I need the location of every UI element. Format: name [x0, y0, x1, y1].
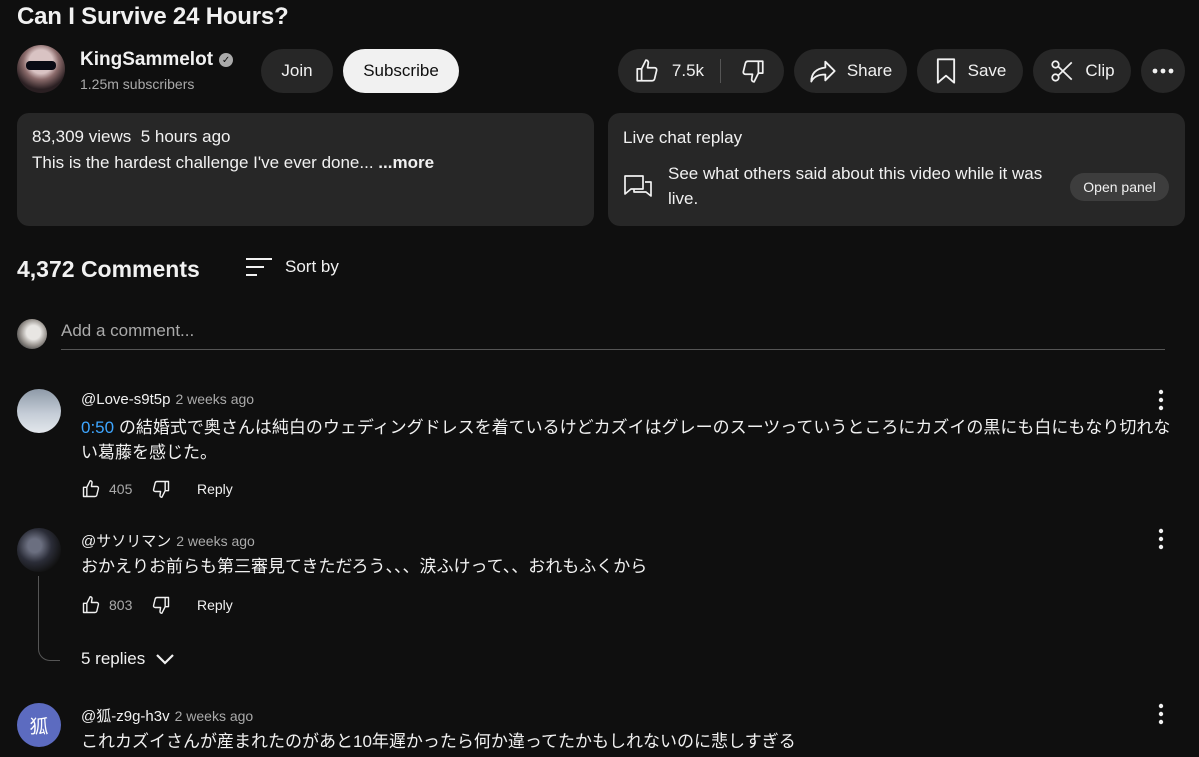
comment-like-count: 405: [109, 481, 133, 497]
like-button[interactable]: 7.5k: [618, 49, 720, 93]
commenter-avatar[interactable]: [17, 389, 61, 433]
thread-connector: [38, 576, 60, 661]
live-chat-title: Live chat replay: [623, 128, 743, 147]
channel-avatar[interactable]: [17, 45, 65, 93]
live-chat-text: See what others said about this video wh…: [668, 164, 1043, 208]
more-vertical-icon: [1150, 703, 1172, 725]
user-avatar: [17, 319, 47, 349]
thumbs-up-icon: [634, 58, 660, 84]
scissors-icon: [1049, 58, 1075, 84]
bookmark-icon: [934, 57, 958, 85]
comment-actions: 405 Reply: [81, 479, 233, 499]
comment-body: の結婚式で奥さんは純白のウェディングドレスを着ているけどカズイはグレーのスーツっ…: [81, 418, 1171, 462]
like-dislike-group: 7.5k: [618, 49, 784, 93]
comment-author[interactable]: @狐-z9g-h3v: [81, 705, 170, 726]
thumbs-down-icon[interactable]: [151, 595, 171, 615]
more-vertical-icon: [1150, 389, 1172, 411]
comment-text: 0:50 の結婚式で奥さんは純白のウェディングドレスを着ているけどカズイはグレー…: [81, 415, 1186, 465]
channel-name-row[interactable]: KingSammelot ✓: [80, 49, 234, 71]
channel-row: KingSammelot ✓ 1.25m subscribers Join Su…: [17, 45, 1187, 97]
commenter-avatar[interactable]: [17, 528, 61, 572]
show-replies-button[interactable]: 5 replies: [81, 649, 175, 669]
reply-button[interactable]: Reply: [197, 597, 233, 613]
share-button[interactable]: Share: [794, 49, 907, 93]
upload-age: 5 hours ago: [140, 127, 231, 146]
watch-page: Can I Survive 24 Hours? KingSammelot ✓ 1…: [0, 0, 1199, 757]
share-label: Share: [846, 61, 893, 80]
comment-thread: 狐 @狐-z9g-h3v 2 weeks ago これカズイさんが産まれたのがあ…: [17, 703, 1187, 757]
chevron-down-icon: [155, 653, 175, 665]
comment-actions: 803 Reply: [81, 595, 233, 615]
view-count: 83,309 views: [32, 127, 132, 146]
comment-thread: @Love-s9t5p 2 weeks ago 0:50 の結婚式で奥さんは純白…: [17, 389, 1187, 504]
comment-menu-button[interactable]: [1150, 389, 1172, 411]
description-meta: 83,309 views 5 hours ago: [32, 127, 579, 147]
description-snippet: This is the hardest challenge I've ever …: [32, 153, 379, 172]
comments-count: 4,372 Comments: [17, 256, 200, 282]
comment-author[interactable]: @サソリマン: [81, 530, 171, 551]
sort-by-button[interactable]: Sort by: [245, 256, 339, 278]
comment-header: @Love-s9t5p 2 weeks ago: [81, 391, 254, 408]
more-horizontal-icon: [1152, 68, 1174, 74]
channel-name[interactable]: KingSammelot: [80, 49, 213, 71]
thumbs-up-icon[interactable]: [81, 595, 101, 615]
chat-bubbles-icon: [623, 174, 653, 200]
more-link[interactable]: ...more: [378, 153, 434, 172]
thumbs-down-icon: [740, 58, 766, 84]
comment-text: おかえりお前らも第三審見てきただろう、、、涙ふけって、、おれもふくから: [81, 557, 648, 576]
sort-by-label: Sort by: [285, 257, 339, 276]
dislike-button[interactable]: [721, 49, 784, 93]
timestamp-link[interactable]: 0:50: [81, 418, 114, 437]
share-arrow-icon: [809, 58, 837, 84]
thumbs-down-icon[interactable]: [151, 479, 171, 499]
comment-like-count: 803: [109, 597, 133, 613]
save-label: Save: [967, 61, 1007, 80]
subscriber-count: 1.25m subscribers: [80, 76, 195, 92]
sort-lines-icon: [245, 256, 273, 278]
comment-menu-button[interactable]: [1150, 528, 1172, 550]
comment-menu-button[interactable]: [1150, 703, 1172, 725]
description-box[interactable]: 83,309 views 5 hours ago This is the har…: [17, 113, 594, 226]
comment-author[interactable]: @Love-s9t5p: [81, 391, 170, 408]
commenter-avatar[interactable]: 狐: [17, 703, 61, 747]
add-comment-input[interactable]: Add a comment...: [61, 318, 1165, 350]
clip-button[interactable]: Clip: [1033, 49, 1131, 93]
thumbs-up-icon[interactable]: [81, 479, 101, 499]
like-count: 7.5k: [671, 61, 705, 80]
video-title: Can I Survive 24 Hours?: [17, 3, 289, 30]
comment-text: これカズイさんが産まれたのがあと10年遅かったら何か違ってたかもしれないのに悲し…: [81, 732, 796, 751]
open-panel-button[interactable]: Open panel: [1070, 173, 1169, 201]
join-button[interactable]: Join: [261, 49, 333, 93]
save-button[interactable]: Save: [917, 49, 1023, 93]
comment-time[interactable]: 2 weeks ago: [175, 708, 254, 724]
comment-header: @サソリマン 2 weeks ago: [81, 530, 255, 551]
comment-thread: @サソリマン 2 weeks ago おかえりお前らも第三審見てきただろう、、、…: [17, 528, 1187, 678]
live-chat-replay-card: Live chat replay See what others said ab…: [608, 113, 1185, 226]
comment-time[interactable]: 2 weeks ago: [176, 533, 255, 549]
replies-label: 5 replies: [81, 649, 146, 668]
more-vertical-icon: [1150, 528, 1172, 550]
description-text: This is the hardest challenge I've ever …: [32, 153, 579, 173]
more-actions-button[interactable]: [1141, 49, 1185, 93]
verified-check-icon: ✓: [219, 53, 234, 67]
clip-label: Clip: [1085, 61, 1115, 80]
comment-time[interactable]: 2 weeks ago: [175, 391, 254, 407]
reply-button[interactable]: Reply: [197, 481, 233, 497]
subscribe-button[interactable]: Subscribe: [343, 49, 459, 93]
comment-header: @狐-z9g-h3v 2 weeks ago: [81, 705, 253, 726]
